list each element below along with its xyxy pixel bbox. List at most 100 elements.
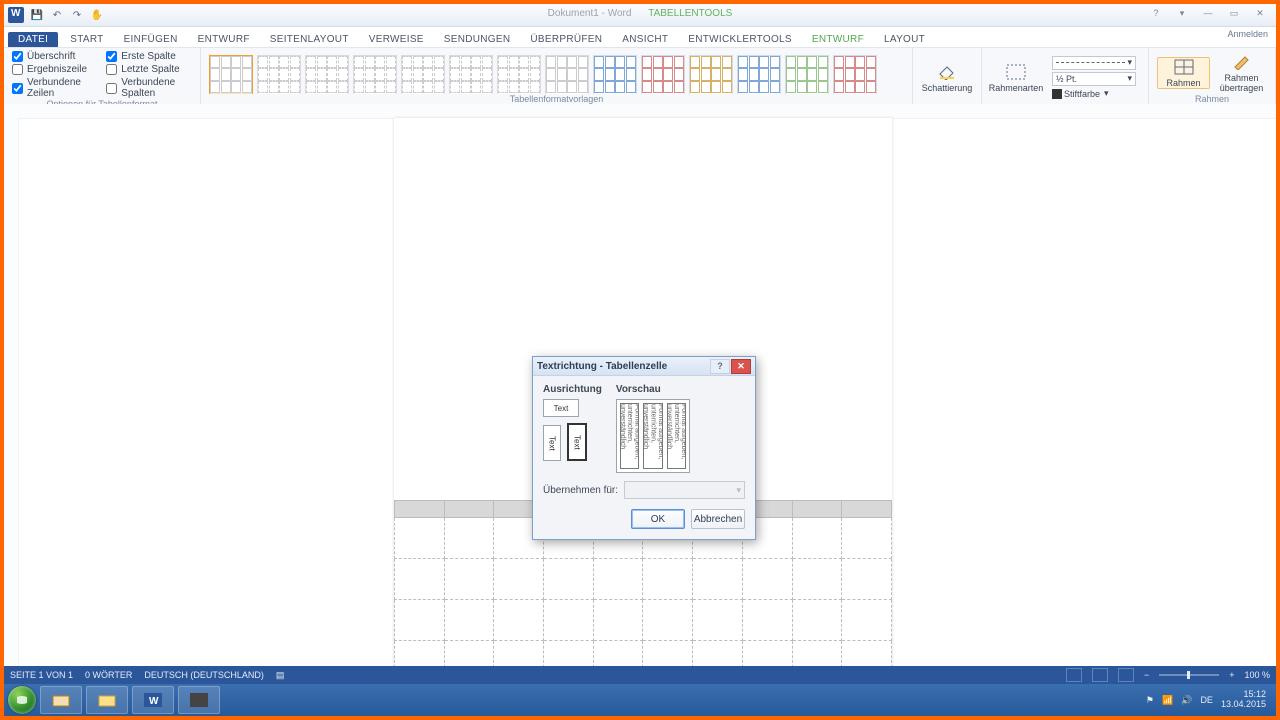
qat-redo[interactable]: ↷ bbox=[70, 8, 84, 22]
qat-save[interactable]: 💾 bbox=[30, 8, 44, 22]
tab-datei[interactable]: DATEI bbox=[8, 32, 58, 47]
tab-seitenlayout[interactable]: SEITENLAYOUT bbox=[260, 32, 359, 47]
chk-letzte-label: Letzte Spalte bbox=[121, 64, 179, 75]
chk-ergebnis-label: Ergebniszeile bbox=[27, 64, 87, 75]
apply-to-combo[interactable]: ▾ bbox=[624, 481, 745, 499]
vertical-ruler[interactable] bbox=[4, 118, 19, 680]
tab-sendungen[interactable]: SENDUNGEN bbox=[434, 32, 521, 47]
combo-pen-color[interactable]: Stiftfarbe▾ bbox=[1052, 88, 1128, 100]
tray-network-icon[interactable]: 📶 bbox=[1162, 695, 1173, 706]
minimize-button[interactable]: — bbox=[1196, 6, 1220, 20]
zoom-slider[interactable] bbox=[1159, 674, 1219, 676]
style-thumb[interactable] bbox=[209, 55, 253, 95]
signin-link[interactable]: Anmelden bbox=[1227, 29, 1268, 39]
qat-undo[interactable]: ↶ bbox=[50, 8, 64, 22]
view-web-icon[interactable] bbox=[1118, 668, 1134, 682]
group-shading: Schattierung bbox=[913, 48, 982, 106]
chk-ueberschrift[interactable]: Überschrift bbox=[12, 51, 92, 62]
chk-ergebniszeile[interactable]: Ergebniszeile bbox=[12, 64, 92, 75]
help-icon[interactable]: ? bbox=[1144, 6, 1168, 20]
chk-ueberschrift-label: Überschrift bbox=[27, 51, 75, 62]
chk-letzte-spalte[interactable]: Letzte Spalte bbox=[106, 64, 192, 75]
btn-rahmen-label: Rahmen bbox=[1166, 78, 1200, 88]
style-thumb[interactable] bbox=[593, 55, 637, 95]
style-thumb[interactable] bbox=[353, 55, 397, 95]
pen-color-label: Stiftfarbe bbox=[1064, 89, 1100, 99]
style-thumb[interactable] bbox=[545, 55, 589, 95]
zoom-in-icon[interactable]: + bbox=[1229, 670, 1234, 680]
cancel-button[interactable]: Abbrechen bbox=[691, 509, 745, 529]
ribbon-collapse-icon[interactable]: ▾ bbox=[1170, 6, 1194, 20]
zoom-out-icon[interactable]: − bbox=[1144, 670, 1149, 680]
status-page[interactable]: SEITE 1 VON 1 bbox=[10, 670, 73, 680]
chevron-down-icon: ▾ bbox=[1127, 73, 1132, 84]
ribbon: Überschrift Ergebniszeile Verbundene Zei… bbox=[4, 48, 1276, 107]
style-thumb[interactable] bbox=[497, 55, 541, 95]
tab-einfuegen[interactable]: EINFÜGEN bbox=[114, 32, 188, 47]
style-thumb[interactable] bbox=[785, 55, 829, 95]
tray-date[interactable]: 13.04.2015 bbox=[1221, 700, 1266, 710]
pen-icon bbox=[1052, 89, 1062, 99]
style-thumb[interactable] bbox=[401, 55, 445, 95]
dialog-close-button[interactable]: ✕ bbox=[731, 359, 751, 374]
style-thumb[interactable] bbox=[689, 55, 733, 95]
dialog-help-button[interactable]: ? bbox=[710, 359, 730, 374]
tab-ueberpruefen[interactable]: ÜBERPRÜFEN bbox=[520, 32, 612, 47]
taskbar-folder[interactable] bbox=[86, 686, 128, 714]
tab-tabletools-entwurf[interactable]: ENTWURF bbox=[802, 32, 874, 47]
start-button[interactable] bbox=[8, 686, 36, 714]
view-print-icon[interactable] bbox=[1092, 668, 1108, 682]
chevron-down-icon: ▾ bbox=[1127, 57, 1132, 68]
horizontal-ruler[interactable] bbox=[4, 104, 1276, 119]
style-thumb[interactable] bbox=[305, 55, 349, 95]
chk-verbundene-spalten[interactable]: Verbundene Spalten bbox=[106, 77, 192, 99]
qat-touch[interactable]: ✋ bbox=[90, 8, 104, 22]
tab-entwurf[interactable]: ENTWURF bbox=[188, 32, 260, 47]
chk-erste-spalte[interactable]: Erste Spalte bbox=[106, 51, 192, 62]
table-styles-gallery[interactable] bbox=[209, 51, 904, 94]
taskbar-word[interactable]: W bbox=[132, 686, 174, 714]
style-thumb[interactable] bbox=[257, 55, 301, 95]
tray-flag-icon[interactable]: ⚑ bbox=[1146, 695, 1154, 706]
tab-tabletools-layout[interactable]: LAYOUT bbox=[874, 32, 935, 47]
borders-icon bbox=[1173, 58, 1195, 76]
group-table-options: Überschrift Ergebniszeile Verbundene Zei… bbox=[4, 48, 201, 106]
preview-col: Format aufgeben, unterrichten, unverstän… bbox=[643, 403, 662, 469]
status-macro-icon[interactable]: ▤ bbox=[276, 670, 285, 681]
maximize-button[interactable]: ▭ bbox=[1222, 6, 1246, 20]
tray-lang[interactable]: DE bbox=[1200, 695, 1213, 705]
orientation-horizontal[interactable]: Text bbox=[543, 399, 579, 417]
tab-start[interactable]: START bbox=[60, 32, 113, 47]
view-read-icon[interactable] bbox=[1066, 668, 1082, 682]
btn-rahmen[interactable]: Rahmen bbox=[1157, 57, 1210, 89]
chk-verbundene-zeilen[interactable]: Verbundene Zeilen bbox=[12, 77, 92, 99]
orientation-vertical-down[interactable]: Text bbox=[567, 423, 587, 461]
style-thumb[interactable] bbox=[449, 55, 493, 95]
style-thumb[interactable] bbox=[833, 55, 877, 95]
status-language[interactable]: DEUTSCH (DEUTSCHLAND) bbox=[144, 670, 264, 680]
combo-border-style[interactable]: ▾ bbox=[1052, 56, 1136, 70]
apply-to-label: Übernehmen für: bbox=[543, 485, 618, 496]
combo-border-weight[interactable]: ½ Pt.▾ bbox=[1052, 72, 1136, 86]
chk-erste-label: Erste Spalte bbox=[121, 51, 175, 62]
tab-verweise[interactable]: VERWEISE bbox=[359, 32, 434, 47]
preview-label: Vorschau bbox=[616, 384, 690, 395]
tab-ansicht[interactable]: ANSICHT bbox=[612, 32, 678, 47]
btn-schattierung[interactable]: Schattierung bbox=[921, 63, 973, 93]
style-thumb[interactable] bbox=[737, 55, 781, 95]
taskbar-app[interactable] bbox=[178, 686, 220, 714]
zoom-value[interactable]: 100 % bbox=[1244, 670, 1270, 680]
tab-entwicklertools[interactable]: ENTWICKLERTOOLS bbox=[678, 32, 802, 47]
btn-rahmenarten[interactable]: Rahmenarten bbox=[990, 63, 1042, 93]
status-words[interactable]: 0 WÖRTER bbox=[85, 670, 132, 680]
orientation-vertical-up[interactable]: Text bbox=[543, 425, 561, 461]
tray-volume-icon[interactable]: 🔊 bbox=[1181, 695, 1192, 706]
close-button[interactable]: ✕ bbox=[1248, 6, 1272, 20]
btn-rahmen-uebertragen-label: Rahmen übertragen bbox=[1216, 73, 1267, 93]
style-thumb[interactable] bbox=[641, 55, 685, 95]
taskbar-explorer[interactable] bbox=[40, 686, 82, 714]
btn-rahmen-uebertragen[interactable]: Rahmen übertragen bbox=[1216, 53, 1267, 93]
table-row bbox=[395, 600, 892, 641]
dialog-title-bar[interactable]: Textrichtung - Tabellenzelle ? ✕ bbox=[533, 357, 755, 376]
ok-button[interactable]: OK bbox=[631, 509, 685, 529]
